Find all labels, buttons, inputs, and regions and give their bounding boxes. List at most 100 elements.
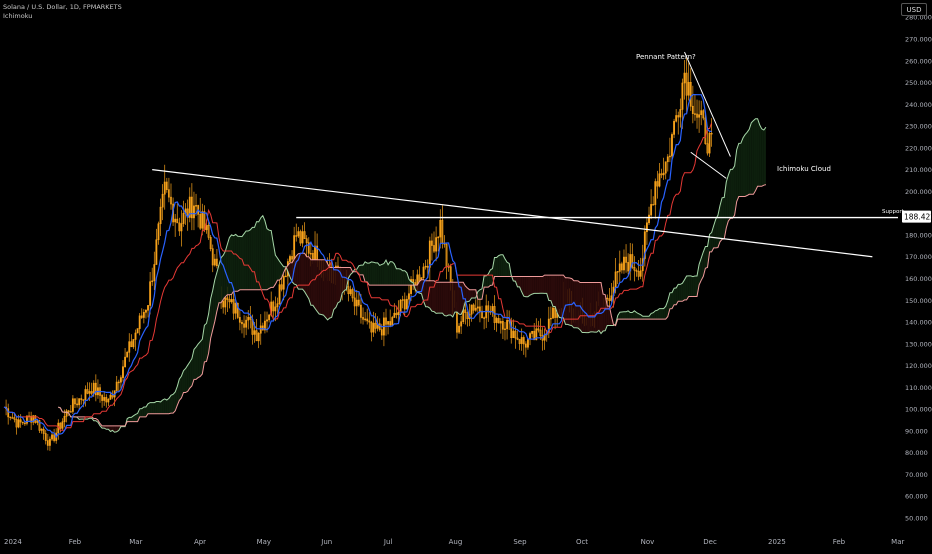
cloud-fill [588, 282, 590, 332]
candle-body [684, 73, 685, 83]
chart-canvas[interactable]: Pennant Pattern?Ichimoku CloudSupport188… [0, 0, 932, 550]
candle-body [527, 339, 528, 347]
cloud-fill [336, 268, 338, 308]
cloud-fill [655, 310, 657, 319]
cloud-fill [140, 409, 142, 417]
cloud-fill [227, 237, 229, 294]
candle-body [62, 422, 63, 429]
cloud-fill [743, 135, 745, 197]
cloud-fill [158, 401, 160, 413]
cloud-fill [597, 282, 599, 332]
candle-body [356, 300, 357, 306]
cloud-fill [198, 342, 200, 378]
candle-body [154, 265, 155, 281]
candle-body [619, 264, 620, 272]
cloud-fill [223, 251, 225, 299]
candle-body [680, 109, 681, 117]
candle-body [289, 256, 290, 261]
cloud-fill [186, 365, 188, 392]
candle-body [394, 313, 395, 317]
candle-body [235, 303, 236, 313]
candle-body [104, 397, 105, 400]
candle-body [425, 266, 426, 267]
cloud-fill [307, 257, 309, 299]
cloud-fill [440, 282, 442, 313]
cloud-fill [265, 221, 267, 290]
y-tick-label: 180.000 [905, 231, 932, 239]
cloud-fill [501, 255, 503, 277]
currency-button[interactable]: USD [901, 3, 927, 16]
candle-body [275, 307, 276, 311]
cloud-fill [244, 231, 246, 290]
candle-body [400, 300, 401, 312]
cloud-fill [570, 278, 572, 326]
candle-body [85, 389, 86, 400]
cloud-fill [330, 268, 332, 319]
y-tick-label: 90.000 [905, 427, 928, 435]
candle-body [156, 240, 157, 265]
symbol-label[interactable]: Solana / U.S. Dollar, 1D, FPMARKETS [3, 3, 122, 12]
cloud-fill [179, 376, 181, 400]
cloud-fill [737, 143, 739, 201]
candle-body [435, 238, 436, 252]
candle-body [550, 318, 551, 319]
candle-body [268, 315, 269, 320]
cloud-fill [659, 309, 661, 319]
cloud-fill [305, 253, 307, 295]
candle-body [398, 312, 399, 315]
cloud-fill [595, 282, 597, 332]
candle-body [615, 272, 616, 287]
cloud-fill [321, 260, 323, 315]
cloud-fill [497, 256, 499, 277]
y-tick-label: 130.000 [905, 340, 932, 348]
cloud-fill [620, 312, 622, 319]
cloud-fill [733, 166, 735, 218]
cloud-fill [586, 282, 588, 332]
candle-body [214, 259, 215, 265]
indicator-label[interactable]: Ichimoku [3, 12, 122, 21]
cloud-fill [624, 312, 626, 319]
candle-body [152, 281, 153, 282]
cloud-fill [401, 269, 403, 285]
cloud-fill [728, 169, 730, 221]
candle-body [72, 399, 73, 412]
y-tick-label: 170.000 [905, 253, 932, 261]
candle-body [195, 205, 196, 206]
cloud-fill [373, 262, 375, 285]
candle-body [124, 357, 125, 367]
y-tick-label: 150.000 [905, 297, 932, 305]
candle-body [137, 329, 138, 333]
candle-body [373, 323, 374, 332]
cloud-fill [451, 282, 453, 317]
candle-body [402, 300, 403, 301]
cloud-fill [716, 215, 718, 248]
candle-body [500, 321, 501, 323]
candle-body [135, 333, 136, 339]
cloud-fill [689, 276, 691, 297]
candle-body [162, 194, 163, 207]
y-tick-label: 230.000 [905, 123, 932, 131]
candle-body [133, 339, 134, 346]
cloud-fill [745, 132, 747, 196]
cloud-fill [376, 263, 378, 285]
cloud-fill [549, 275, 551, 301]
candle-body [147, 305, 148, 310]
candle-body [531, 331, 532, 333]
price-chart[interactable]: Pennant Pattern?Ichimoku CloudSupport188… [0, 0, 932, 550]
cloud-fill [154, 401, 156, 413]
cloud-fill [196, 344, 198, 379]
cloud-fill [680, 283, 682, 301]
candle-body [552, 308, 553, 318]
cloud-fill [557, 275, 559, 317]
cloud-fill [204, 323, 206, 362]
candle-body [350, 290, 351, 294]
cloud-fill [365, 262, 367, 282]
candle-body [669, 156, 670, 157]
cloud-fill [152, 403, 154, 414]
x-tick-label: Nov [641, 538, 655, 546]
y-tick-label: 250.000 [905, 79, 932, 87]
cloud-fill [426, 281, 428, 307]
candle-body [440, 220, 441, 237]
cloud-fill [530, 277, 532, 296]
x-tick-label: May [257, 538, 271, 546]
